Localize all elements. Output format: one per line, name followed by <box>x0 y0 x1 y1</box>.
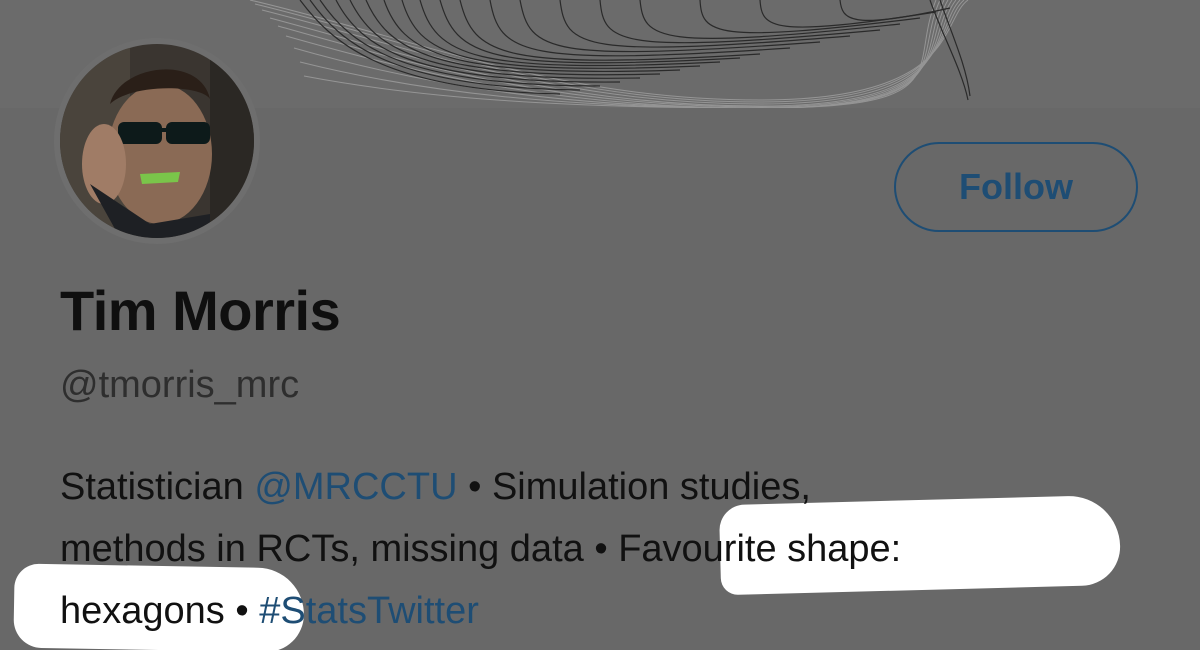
bio-text-highlighted: • Favourite shape: <box>594 528 902 570</box>
hashtag-link[interactable]: #StatsTwitter <box>259 590 479 632</box>
bio-line: Statistician @MRCCTU • Simulation studie… <box>60 456 1180 518</box>
bio-text: • Simulation studies, <box>457 466 811 508</box>
follow-button[interactable]: Follow <box>894 142 1138 232</box>
display-name: Tim Morris <box>60 279 341 342</box>
bio-text: Statistician <box>60 466 255 508</box>
bio-text-highlighted: hexagons <box>60 590 225 632</box>
profile-page: Follow Tim Morris @tmorris_mrc Statistic… <box>0 0 1200 650</box>
user-handle[interactable]: @tmorris_mrc <box>60 364 299 407</box>
profile-photo-icon <box>60 44 254 238</box>
bio-text: • <box>224 590 260 632</box>
avatar[interactable] <box>54 38 260 244</box>
profile-bio: Statistician @MRCCTU • Simulation studie… <box>60 456 1180 642</box>
bio-text: methods in RCTs, missing data <box>60 528 595 570</box>
mention-link[interactable]: @MRCCTU <box>254 466 457 508</box>
bio-line: hexagons • #StatsTwitter <box>60 580 1180 642</box>
follow-button-label: Follow <box>959 166 1073 207</box>
bio-line: methods in RCTs, missing data • Favourit… <box>60 518 1180 580</box>
